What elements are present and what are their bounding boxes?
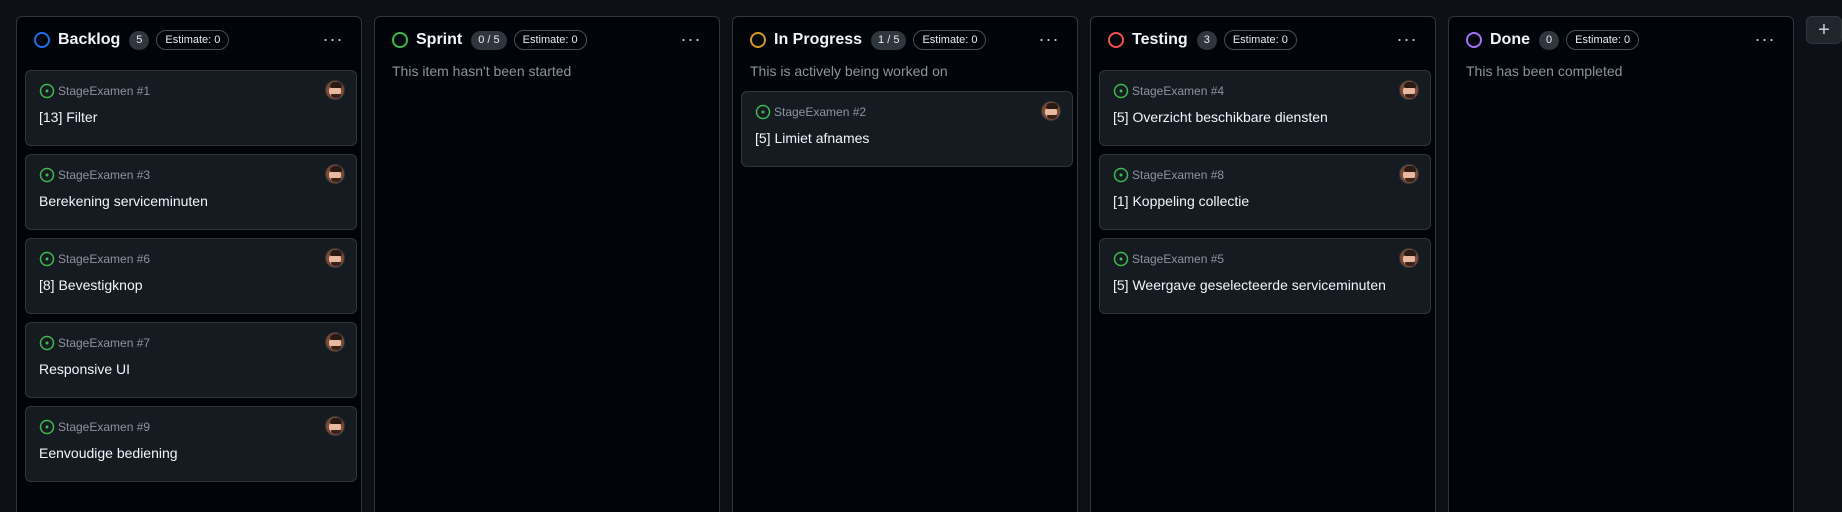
- issue-card[interactable]: StageExamen #5 [5] Weergave geselecteerd…: [1099, 238, 1431, 314]
- issue-opened-icon: [39, 83, 55, 99]
- status-circle-icon: [34, 32, 50, 48]
- issue-reference[interactable]: StageExamen #3: [58, 168, 150, 182]
- issue-title[interactable]: [5] Overzicht beschikbare diensten: [1113, 109, 1328, 125]
- estimate-badge: Estimate: 0: [156, 30, 230, 50]
- issue-opened-icon: [39, 335, 55, 351]
- column-header: In Progress 1 / 5 Estimate: 0: [733, 17, 1077, 63]
- project-board: Backlog 5 Estimate: 0 ··· StageExamen #1…: [0, 0, 1842, 512]
- column-backlog: Backlog 5 Estimate: 0 ··· StageExamen #1…: [16, 16, 362, 512]
- assignee-avatar[interactable]: [1041, 101, 1061, 121]
- column-header: Backlog 5 Estimate: 0: [17, 17, 361, 63]
- issue-reference[interactable]: StageExamen #5: [1132, 252, 1224, 266]
- assignee-avatar[interactable]: [1399, 80, 1419, 100]
- item-count-badge: 0: [1539, 30, 1560, 50]
- assignee-avatar[interactable]: [325, 80, 345, 100]
- issue-opened-icon: [1113, 167, 1129, 183]
- issue-reference[interactable]: StageExamen #9: [58, 420, 150, 434]
- column-header: Sprint 0 / 5 Estimate: 0: [375, 17, 719, 63]
- issue-card[interactable]: StageExamen #1 [13] Filter: [25, 70, 357, 146]
- issue-title[interactable]: [13] Filter: [39, 109, 97, 125]
- column-description: This has been completed: [1466, 63, 1623, 79]
- issue-reference[interactable]: StageExamen #2: [774, 105, 866, 119]
- assignee-avatar[interactable]: [325, 416, 345, 436]
- item-count-badge: 0 / 5: [471, 30, 507, 50]
- status-circle-icon: [1108, 32, 1124, 48]
- issue-card[interactable]: StageExamen #3 Berekening serviceminuten: [25, 154, 357, 230]
- ellipsis-icon[interactable]: ···: [1393, 27, 1421, 51]
- estimate-badge: Estimate: 0: [513, 30, 587, 50]
- issue-card[interactable]: StageExamen #7 Responsive UI: [25, 322, 357, 398]
- issue-opened-icon: [39, 419, 55, 435]
- issue-opened-icon: [39, 251, 55, 267]
- issue-card[interactable]: StageExamen #6 [8] Bevestigknop: [25, 238, 357, 314]
- column-done: Done 0 Estimate: 0 ··· This has been com…: [1448, 16, 1794, 512]
- column-header: Testing 3 Estimate: 0: [1091, 17, 1435, 63]
- issue-title[interactable]: [8] Bevestigknop: [39, 277, 143, 293]
- column-header: Done 0 Estimate: 0: [1449, 17, 1793, 63]
- issue-reference[interactable]: StageExamen #1: [58, 84, 150, 98]
- issue-title[interactable]: Berekening serviceminuten: [39, 193, 208, 209]
- plus-icon[interactable]: +: [1806, 16, 1842, 44]
- item-count-badge: 1 / 5: [871, 30, 907, 50]
- ellipsis-icon[interactable]: ···: [1035, 27, 1063, 51]
- issue-title[interactable]: [5] Limiet afnames: [755, 130, 869, 146]
- status-circle-icon: [750, 32, 766, 48]
- item-count-badge: 3: [1196, 30, 1217, 50]
- issue-opened-icon: [1113, 83, 1129, 99]
- issue-reference[interactable]: StageExamen #7: [58, 336, 150, 350]
- assignee-avatar[interactable]: [1399, 248, 1419, 268]
- issue-title[interactable]: Responsive UI: [39, 361, 130, 377]
- ellipsis-icon[interactable]: ···: [1751, 27, 1779, 51]
- estimate-badge: Estimate: 0: [1223, 30, 1297, 50]
- column-title: In Progress: [774, 31, 863, 48]
- ellipsis-icon[interactable]: ···: [319, 27, 347, 51]
- issue-title[interactable]: Eenvoudige bediening: [39, 445, 178, 461]
- assignee-avatar[interactable]: [325, 332, 345, 352]
- status-circle-icon: [392, 32, 408, 48]
- column-title: Sprint: [416, 31, 463, 48]
- issue-title[interactable]: [5] Weergave geselecteerde serviceminute…: [1113, 277, 1386, 293]
- item-count-badge: 5: [129, 30, 150, 50]
- assignee-avatar[interactable]: [325, 248, 345, 268]
- status-circle-icon: [1466, 32, 1482, 48]
- issue-card[interactable]: StageExamen #8 [1] Koppeling collectie: [1099, 154, 1431, 230]
- column-description: This item hasn't been started: [392, 63, 572, 79]
- issue-reference[interactable]: StageExamen #8: [1132, 168, 1224, 182]
- column-in-progress: In Progress 1 / 5 Estimate: 0 ··· This i…: [732, 16, 1078, 512]
- issue-opened-icon: [755, 104, 771, 120]
- estimate-badge: Estimate: 0: [913, 30, 987, 50]
- column-title: Testing: [1132, 31, 1188, 48]
- column-testing: Testing 3 Estimate: 0 ··· StageExamen #4…: [1090, 16, 1436, 512]
- issue-card[interactable]: StageExamen #4 [5] Overzicht beschikbare…: [1099, 70, 1431, 146]
- assignee-avatar[interactable]: [325, 164, 345, 184]
- issue-reference[interactable]: StageExamen #6: [58, 252, 150, 266]
- issue-card[interactable]: StageExamen #2 [5] Limiet afnames: [741, 91, 1073, 167]
- issue-reference[interactable]: StageExamen #4: [1132, 84, 1224, 98]
- column-sprint: Sprint 0 / 5 Estimate: 0 ··· This item h…: [374, 16, 720, 512]
- issue-opened-icon: [39, 167, 55, 183]
- issue-opened-icon: [1113, 251, 1129, 267]
- issue-card[interactable]: StageExamen #9 Eenvoudige bediening: [25, 406, 357, 482]
- column-description: This is actively being worked on: [750, 63, 948, 79]
- column-title: Backlog: [58, 31, 121, 48]
- ellipsis-icon[interactable]: ···: [677, 27, 705, 51]
- assignee-avatar[interactable]: [1399, 164, 1419, 184]
- estimate-badge: Estimate: 0: [1566, 30, 1640, 50]
- column-title: Done: [1490, 31, 1530, 48]
- issue-title[interactable]: [1] Koppeling collectie: [1113, 193, 1249, 209]
